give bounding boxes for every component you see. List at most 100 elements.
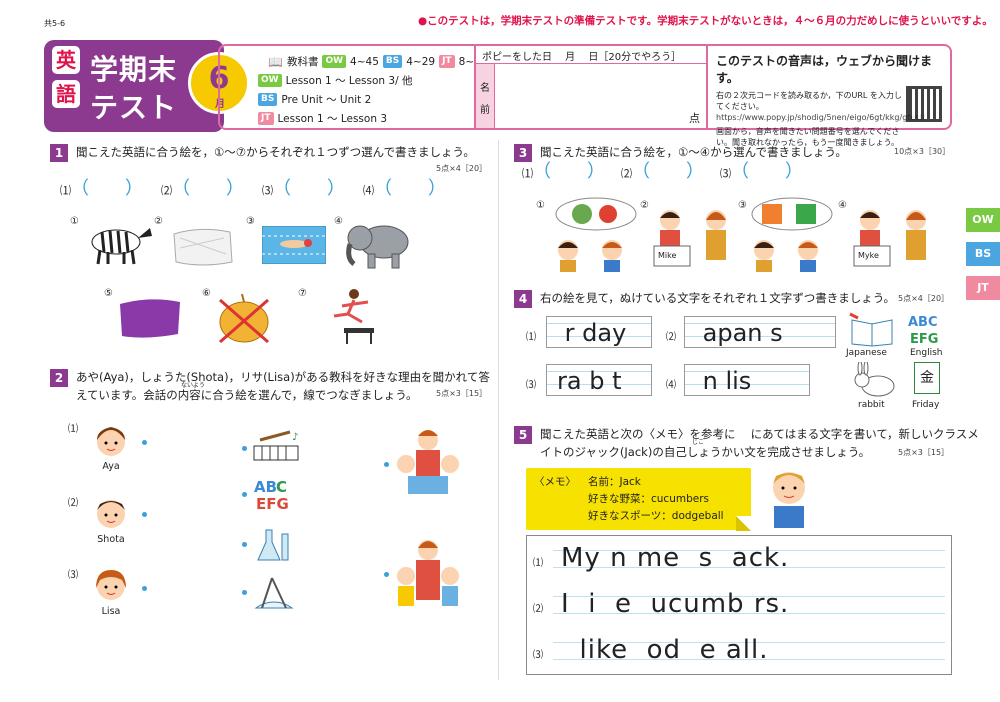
write-line-3-label: ⑶ [533, 650, 543, 661]
q3-choice-4-label: ④ [838, 200, 847, 211]
q1-choice-3-label: ③ [246, 216, 255, 227]
shota-dot[interactable] [142, 512, 147, 517]
q3-choice-2-label: ② [640, 200, 649, 211]
aya-dot[interactable] [142, 440, 147, 445]
rabbit-label: rabbit [858, 400, 885, 410]
jt-tag: JT [439, 55, 455, 68]
group-picture [397, 540, 459, 606]
svg-text:EFG: EFG [256, 495, 289, 512]
textbook-label: 教科書 [286, 56, 319, 68]
english-label: English [910, 348, 943, 358]
side-tab-bs[interactable]: BS [966, 242, 1000, 266]
q4-word-4[interactable]: n lis [684, 364, 810, 396]
write-line-2-text: I i e ucumb rs. [561, 589, 790, 619]
zebra-picture [91, 228, 152, 265]
study-date: ポピーをした日 月 日［20分でやろう］ [476, 46, 706, 64]
points-label: 点 [689, 112, 700, 125]
math-dot[interactable] [242, 590, 247, 595]
q3-answer-2[interactable]: ⑵（ ） [621, 157, 704, 183]
q5-points: 5点×3［15］ [898, 448, 950, 457]
side-tab-jt[interactable]: JT [966, 276, 1000, 300]
q1-answer-4[interactable]: ⑷（ ） [363, 174, 446, 200]
q4-points: 5点×4［20］ [898, 294, 950, 303]
q1-choice-2-label: ② [154, 216, 163, 227]
shota-name: Shota [97, 534, 125, 545]
card-mike: Mike [658, 251, 677, 260]
q4-word-2[interactable]: apan s [684, 316, 836, 348]
q1-text: 聞こえた英語に合う絵を，①～⑦からそれぞれ１つずつ選んで書きましょう。 [76, 145, 475, 159]
subject-char-1: 英 [52, 46, 80, 74]
notice-text: ●このテストは，学期末テストの準備テストです。学期末テストがないときは，４～６月… [418, 15, 993, 27]
abc-picture: ABCEFG [254, 478, 289, 512]
elephant-picture [346, 225, 409, 269]
music-dot[interactable] [242, 446, 247, 451]
memo-line-2: 好きな野菜：cucumbers [588, 493, 709, 505]
row-tag-jt: JT [258, 112, 274, 125]
bs-tag: BS [382, 55, 403, 68]
title-line-2: テスト [90, 91, 178, 124]
q4-item-2-label: ⑵ [666, 332, 676, 343]
write-line-1[interactable]: ⑴ My n me s ack. [527, 542, 951, 576]
science-dot[interactable] [242, 542, 247, 547]
aya-name: Aya [102, 461, 120, 472]
q1-answer-1[interactable]: ⑴（ ） [60, 174, 143, 200]
hurdle-picture [333, 289, 374, 344]
q4-item-1-label: ⑴ [526, 332, 536, 343]
lisa-dot[interactable] [142, 586, 147, 591]
subject-char-2: 語 [52, 80, 80, 108]
q1-choice-7-label: ⑦ [298, 288, 307, 299]
q2-number: 2 [50, 369, 68, 387]
memo-fold [736, 516, 751, 531]
q4-item-3-label: ⑶ [526, 380, 536, 391]
row-text-ow: Lesson 1 ～ Lesson 3/ 他 [285, 75, 413, 87]
aya-face [97, 427, 125, 456]
q2-ruby: ないよう [181, 382, 205, 389]
q3-mike-picture [653, 210, 726, 267]
audio-url[interactable]: https://www.popy.jp/shodig/5nen/eigo/6gt… [716, 112, 925, 123]
memo-line-1: 名前：Jack [588, 476, 641, 488]
q1-choice-5-label: ⑤ [104, 288, 113, 299]
q3-vegetables-picture [555, 197, 637, 272]
audio-title: このテストの音声は，ウェブから聞けます。 [716, 54, 933, 85]
memo-label: 〈メモ〉 [534, 476, 576, 488]
audio-info: このテストの音声は，ウェブから聞けます。 右の２次元コードを読み取るか，下のUR… [708, 44, 952, 147]
math-picture [254, 577, 294, 609]
write-line-2-label: ⑵ [533, 604, 543, 615]
q1-answer-2[interactable]: ⑵（ ） [161, 174, 244, 200]
q2-item-2-label: ⑵ [68, 498, 78, 509]
svg-text:ABC: ABC [908, 315, 938, 330]
q4-word-1[interactable]: r day [546, 316, 652, 348]
write-line-3[interactable]: ⑶ like od e all. [527, 634, 951, 668]
write-line-2[interactable]: ⑵ I i e ucumb rs. [527, 588, 951, 622]
english-dot[interactable] [242, 492, 247, 497]
q3-answer-1[interactable]: ⑴（ ） [522, 157, 605, 183]
memo-box: 〈メモ〉 名前：Jack 好きな野菜：cucumbers 好きなスポーツ：dod… [526, 468, 751, 530]
q1-number: 1 [50, 144, 68, 162]
ow-tag: OW [322, 55, 347, 68]
write-line-1-text: My n me s ack. [561, 543, 790, 573]
q5-number: 5 [514, 426, 532, 444]
q5-text-1: 聞こえた英語と次の〈メモ〉を参考に にあてはまる文字を書いて，新しいクラスメ [540, 427, 979, 441]
q4-text: 右の絵を見て，ぬけている文字をそれぞれ１文字ずつ書きましょう。 [540, 291, 896, 305]
japanese-label: Japanese [846, 348, 887, 358]
english-abc-icon: ABC EFG [908, 315, 938, 347]
side-tab-ow[interactable]: OW [966, 208, 1000, 232]
q2-item-3-label: ⑶ [68, 570, 78, 581]
friday-label: Friday [912, 400, 940, 410]
japanese-book-icon [849, 312, 893, 347]
q2-text-2: えています。会話の内容に合う絵を選んで，線でつなぎましょう。 [76, 388, 418, 402]
book-icon: 📖 [268, 54, 283, 69]
q4-word-3[interactable]: ra b t [546, 364, 652, 396]
write-line-1-label: ⑴ [533, 558, 543, 569]
card-myke: Myke [858, 251, 879, 260]
page-code: 共5-6 [44, 19, 66, 28]
q3-answer-3[interactable]: ⑶（ ） [720, 157, 803, 183]
calendar-icon: 金 [914, 362, 940, 394]
qr-code[interactable] [906, 86, 942, 122]
lisa-face [96, 570, 126, 600]
q1-choice-4-label: ④ [334, 216, 343, 227]
q1-points: 5点×4［20］ [436, 164, 488, 173]
q2-item-1-label: ⑴ [68, 424, 78, 435]
q1-answer-3[interactable]: ⑶（ ） [262, 174, 345, 200]
q2-points: 5点×3［15］ [436, 389, 488, 398]
